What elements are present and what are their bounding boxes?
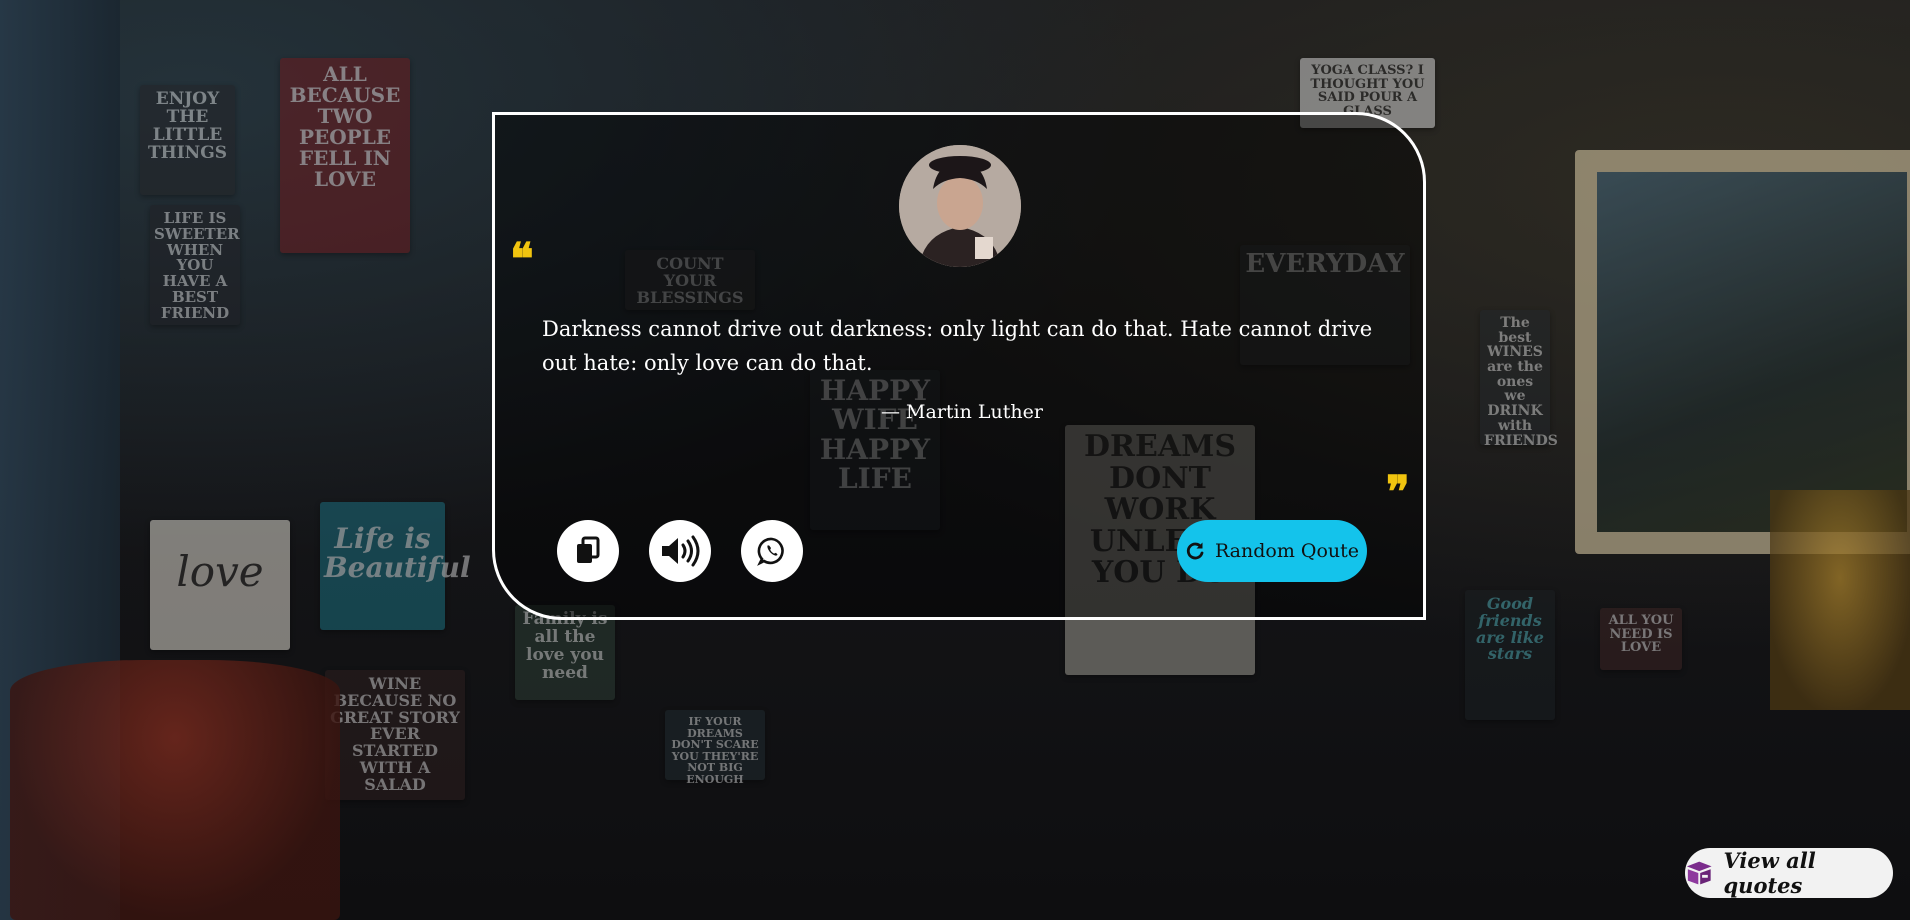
box-icon	[1686, 861, 1712, 885]
close-quote-icon: ❞	[1386, 467, 1410, 518]
portrait-icon	[899, 145, 1021, 267]
whatsapp-share-button[interactable]	[741, 520, 803, 582]
copy-icon	[577, 536, 600, 563]
quote-text: Darkness cannot drive out darkness: only…	[542, 317, 1373, 375]
bg-sign: IF YOUR DREAMS DON'T SCARE YOU THEY'RE N…	[665, 710, 765, 785]
bg-sign: ENJOY THE LITTLE THINGS	[140, 85, 235, 195]
copy-button[interactable]	[557, 520, 619, 582]
background-lamp	[10, 660, 340, 920]
random-quote-button[interactable]: Random Qoute	[1177, 520, 1367, 582]
bg-sign: The best WINES are the ones we DRINK wit…	[1480, 310, 1558, 448]
quote-author: — Martin Luther	[881, 401, 1043, 423]
bg-sign: LIFE IS SWEETER WHEN YOU HAVE A BEST FRI…	[150, 205, 240, 325]
whatsapp-icon	[757, 537, 784, 566]
bg-sign: ALL YOU NEED IS LOVE	[1600, 608, 1682, 670]
bg-sign: Life is Beautiful	[320, 502, 471, 630]
bg-sign: love	[150, 520, 290, 650]
quote-card: ❝ Darkness cannot drive out darkness: on…	[492, 112, 1426, 620]
random-quote-label: Random Qoute	[1214, 540, 1360, 562]
refresh-icon	[1186, 542, 1204, 560]
background-lamp	[1770, 490, 1910, 710]
bg-sign: ALL BECAUSE TWO PEOPLE FELL IN LOVE	[280, 58, 410, 253]
author-avatar	[899, 145, 1021, 267]
speaker-icon	[662, 535, 700, 567]
view-all-quotes-label: View all quotes	[1723, 848, 1816, 898]
speak-button[interactable]	[649, 520, 711, 582]
open-quote-icon: ❝	[510, 234, 534, 285]
bg-sign: Good friends are like stars	[1465, 590, 1555, 720]
view-all-quotes-button[interactable]: View all quotes	[1685, 848, 1893, 898]
bg-sign: WINE BECAUSE NO GREAT STORY EVER STARTED…	[325, 670, 465, 800]
